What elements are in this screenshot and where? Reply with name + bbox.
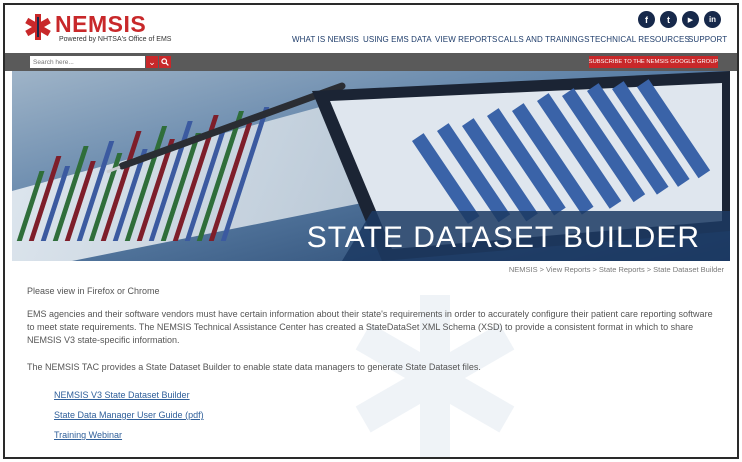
nav-support[interactable]: SUPPORT — [688, 35, 727, 44]
link-user-guide-pdf[interactable]: State Data Manager User Guide (pdf) — [54, 410, 717, 420]
browser-frame: NEMSIS Powered by NHTSA's Office of EMS … — [3, 3, 739, 459]
breadcrumb: NEMSIS > View Reports > State Reports > State … — [509, 265, 724, 274]
main-nav: WHAT IS NEMSIS USING EMS DATA VIEW REPOR… — [5, 35, 737, 49]
nav-view-reports[interactable]: VIEW REPORTS — [435, 35, 497, 44]
youtube-icon[interactable]: ▶ — [682, 11, 699, 28]
nav-using-ems-data[interactable]: USING EMS DATA — [363, 35, 432, 44]
link-training-webinar[interactable]: Training Webinar — [54, 430, 717, 440]
nav-what-is-nemsis[interactable]: WHAT IS NEMSIS — [292, 35, 359, 44]
search-strip: ⌄ SUBSCRIBE TO THE NEMSIS GOOGLE GROUP — [5, 53, 737, 71]
browser-notice: Please view in Firefox or Chrome — [27, 286, 160, 296]
breadcrumb-separator: > — [646, 265, 652, 274]
intro-paragraph: EMS agencies and their software vendors … — [27, 309, 713, 345]
tac-paragraph: The NEMSIS TAC provides a State Dataset … — [27, 362, 481, 372]
brand-name: NEMSIS — [55, 11, 147, 37]
breadcrumb-current: State Dataset Builder — [653, 265, 724, 274]
breadcrumb-separator: > — [592, 265, 597, 274]
chevron-down-icon[interactable]: ⌄ — [146, 56, 158, 68]
facebook-icon[interactable]: f — [638, 11, 655, 28]
breadcrumb-separator: > — [539, 265, 545, 274]
subscribe-google-group-button[interactable]: SUBSCRIBE TO THE NEMSIS GOOGLE GROUP — [589, 56, 718, 68]
hero-banner: STATE DATASET BUILDER — [12, 71, 730, 261]
nav-technical-resources[interactable]: TECHNICAL RESOURCES — [590, 35, 690, 44]
hero-title: STATE DATASET BUILDER — [306, 221, 700, 254]
link-state-dataset-builder[interactable]: NEMSIS V3 State Dataset Builder — [54, 390, 717, 400]
site-header: NEMSIS Powered by NHTSA's Office of EMS … — [5, 5, 737, 53]
breadcrumb-state-reports[interactable]: State Reports — [599, 265, 645, 274]
search-icon[interactable] — [159, 56, 171, 68]
twitter-icon[interactable]: t — [660, 11, 677, 28]
resource-links: NEMSIS V3 State Dataset Builder State Da… — [27, 390, 717, 440]
nav-calls-and-trainings[interactable]: CALLS AND TRAININGS — [498, 35, 590, 44]
social-links: f t ▶ in — [638, 11, 721, 28]
linkedin-icon[interactable]: in — [704, 11, 721, 28]
breadcrumb-nemsis[interactable]: NEMSIS — [509, 265, 538, 274]
search-input[interactable] — [30, 56, 145, 68]
main-content: Please view in Firefox or Chrome EMS age… — [27, 280, 717, 450]
breadcrumb-view-reports[interactable]: View Reports — [546, 265, 590, 274]
